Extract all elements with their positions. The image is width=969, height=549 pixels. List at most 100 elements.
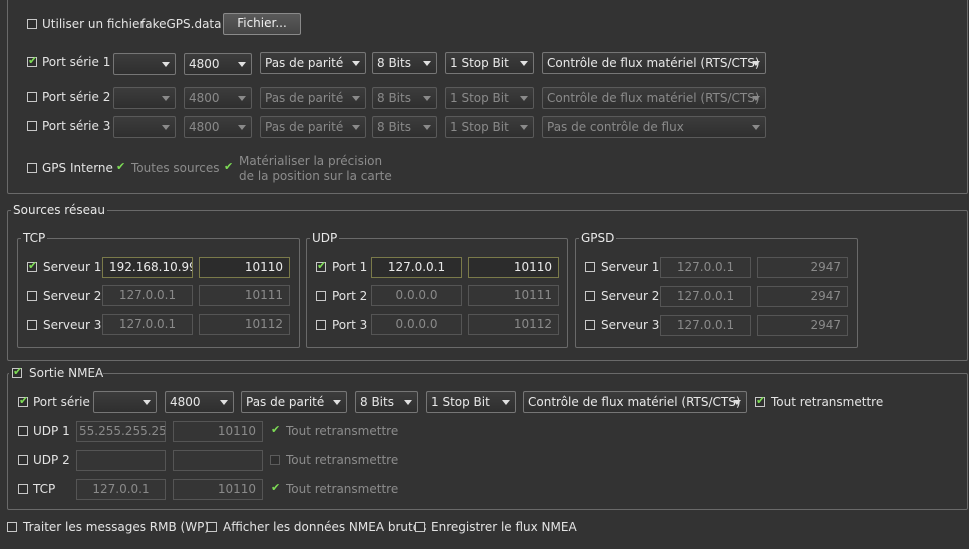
nmea-baud-select[interactable]: 4800: [165, 391, 234, 413]
record-nmea-checkbox[interactable]: [415, 522, 425, 532]
chevron-down-icon: [162, 96, 170, 101]
nmea-udp1-retransmit-checkbox[interactable]: [271, 423, 281, 437]
gpsd1-ip-field[interactable]: 127.0.0.1: [660, 257, 751, 278]
network-group-title: Sources réseau: [11, 203, 107, 217]
serial3-parity-select[interactable]: Pas de parité: [260, 116, 366, 138]
use-file-checkbox[interactable]: [27, 19, 37, 29]
serial2-port-select[interactable]: [113, 87, 176, 109]
udp1-port-field[interactable]: 10110: [468, 257, 559, 278]
serial3-flow-select[interactable]: Pas de contrôle de flux: [542, 116, 766, 138]
udp2-ip-field[interactable]: 0.0.0.0: [371, 285, 462, 306]
udp1-label: Port 1: [332, 260, 368, 274]
udp2-port-field[interactable]: 10111: [468, 285, 559, 306]
nmea-flow-select[interactable]: Contrôle de flux matériel (RTS/CTS): [523, 391, 747, 413]
chevron-down-icon: [352, 61, 360, 66]
nmea-serial-retransmit-checkbox[interactable]: [755, 394, 765, 408]
use-file-label: Utiliser un fichier: [42, 17, 145, 31]
serial3-port-select[interactable]: [113, 116, 176, 138]
tcp2-checkbox[interactable]: [27, 291, 37, 301]
all-sources-checkbox[interactable]: [116, 160, 126, 174]
nmea-tcp-ip-field[interactable]: 127.0.0.1: [76, 479, 166, 500]
nmea-serial-checkbox[interactable]: [18, 394, 28, 408]
chevron-down-icon: [143, 400, 151, 405]
gpsd1-port-field[interactable]: 2947: [757, 257, 848, 278]
tcp1-ip-field[interactable]: 192.168.10.99: [102, 257, 193, 278]
chevron-down-icon: [733, 400, 741, 405]
serial1-port-select[interactable]: [113, 53, 176, 75]
serial2-bits-select[interactable]: 8 Bits: [372, 87, 437, 109]
internal-gps-checkbox[interactable]: [27, 163, 37, 173]
tcp3-checkbox[interactable]: [27, 320, 37, 330]
tcp2-port-field[interactable]: 10111: [199, 285, 290, 306]
precision-label-line1: Matérialiser la précision: [239, 154, 383, 168]
nmea-bits-select[interactable]: 8 Bits: [355, 391, 418, 413]
udp3-checkbox[interactable]: [316, 320, 326, 330]
serial1-baud-select[interactable]: 4800: [184, 53, 252, 75]
gpsd1-label: Serveur 1: [601, 260, 660, 274]
serial1-bits-select[interactable]: 8 Bits: [372, 52, 437, 74]
gpsd1-checkbox[interactable]: [585, 262, 595, 272]
gpsd-group-title: GPSD: [579, 231, 617, 245]
serial3-baud-select[interactable]: 4800: [184, 116, 252, 138]
udp-group-title: UDP: [310, 231, 340, 245]
nmea-udp1-label: UDP 1: [33, 424, 70, 438]
udp1-ip-field[interactable]: 127.0.0.1: [371, 257, 462, 278]
serial3-stop-select[interactable]: 1 Stop Bit: [445, 116, 534, 138]
nmea-port-select[interactable]: [93, 391, 157, 413]
serial2-stop-select[interactable]: 1 Stop Bit: [445, 87, 534, 109]
tcp-group-title: TCP: [21, 231, 48, 245]
udp3-label: Port 3: [332, 318, 368, 332]
nmea-udp1-checkbox[interactable]: [18, 426, 28, 436]
nmea-tcp-checkbox[interactable]: [18, 484, 28, 494]
serial1-stop-select[interactable]: 1 Stop Bit: [445, 52, 534, 74]
gpsd2-checkbox[interactable]: [585, 291, 595, 301]
gpsd2-label: Serveur 2: [601, 289, 660, 303]
udp1-checkbox[interactable]: [316, 259, 326, 273]
tcp3-port-field[interactable]: 10112: [199, 314, 290, 335]
gpsd2-ip-field[interactable]: 127.0.0.1: [660, 286, 751, 307]
chevron-down-icon: [502, 400, 510, 405]
serial1-checkbox[interactable]: [27, 54, 37, 68]
gpsd3-ip-field[interactable]: 127.0.0.1: [660, 315, 751, 336]
serial2-parity-select[interactable]: Pas de parité: [260, 87, 366, 109]
gpsd2-port-field[interactable]: 2947: [757, 286, 848, 307]
nmea-udp2-retransmit-checkbox[interactable]: [270, 455, 280, 465]
chevron-down-icon: [423, 125, 431, 130]
tcp1-checkbox[interactable]: [27, 259, 37, 273]
tcp3-ip-field[interactable]: 127.0.0.1: [102, 314, 193, 335]
gpsd3-checkbox[interactable]: [585, 320, 595, 330]
nmea-stop-select[interactable]: 1 Stop Bit: [426, 391, 516, 413]
internal-gps-label: GPS Interne: [42, 161, 113, 175]
serial1-parity-select[interactable]: Pas de parité: [260, 52, 366, 74]
chevron-down-icon: [423, 61, 431, 66]
nmea-udp2-ip-field[interactable]: [76, 450, 166, 471]
rmb-checkbox[interactable]: [7, 522, 17, 532]
nmea-tcp-retransmit-checkbox[interactable]: [271, 481, 281, 495]
serial2-flow-select[interactable]: Contrôle de flux matériel (RTS/CTS): [542, 87, 766, 109]
serial2-checkbox[interactable]: [27, 92, 37, 102]
chevron-down-icon: [238, 62, 246, 67]
serial2-baud-select[interactable]: 4800: [184, 87, 252, 109]
nmea-output-checkbox[interactable]: [12, 365, 22, 379]
nmea-udp1-ip-field[interactable]: 55.255.255.255: [76, 421, 166, 442]
nmea-udp2-checkbox[interactable]: [18, 455, 28, 465]
file-button[interactable]: Fichier...: [223, 13, 301, 35]
gpsd3-port-field[interactable]: 2947: [757, 315, 848, 336]
udp3-ip-field[interactable]: 0.0.0.0: [371, 314, 462, 335]
tcp2-ip-field[interactable]: 127.0.0.1: [102, 285, 193, 306]
nmea-udp1-port-field[interactable]: 10110: [173, 421, 263, 442]
udp2-checkbox[interactable]: [316, 291, 326, 301]
udp3-port-field[interactable]: 10112: [468, 314, 559, 335]
tcp1-port-field[interactable]: 10110: [199, 257, 290, 278]
nmea-output-label: Sortie NMEA: [29, 366, 104, 380]
serial3-checkbox[interactable]: [27, 121, 37, 131]
nmea-parity-select[interactable]: Pas de parité: [241, 391, 347, 413]
serial3-bits-select[interactable]: 8 Bits: [372, 116, 437, 138]
nmea-tcp-port-field[interactable]: 10110: [173, 479, 263, 500]
chevron-down-icon: [238, 125, 246, 130]
precision-checkbox[interactable]: [224, 160, 234, 174]
serial1-flow-select[interactable]: Contrôle de flux matériel (RTS/CTS): [542, 52, 766, 74]
serial2-label: Port série 2: [42, 90, 111, 104]
raw-nmea-checkbox[interactable]: [207, 522, 217, 532]
nmea-udp2-port-field[interactable]: [173, 450, 263, 471]
